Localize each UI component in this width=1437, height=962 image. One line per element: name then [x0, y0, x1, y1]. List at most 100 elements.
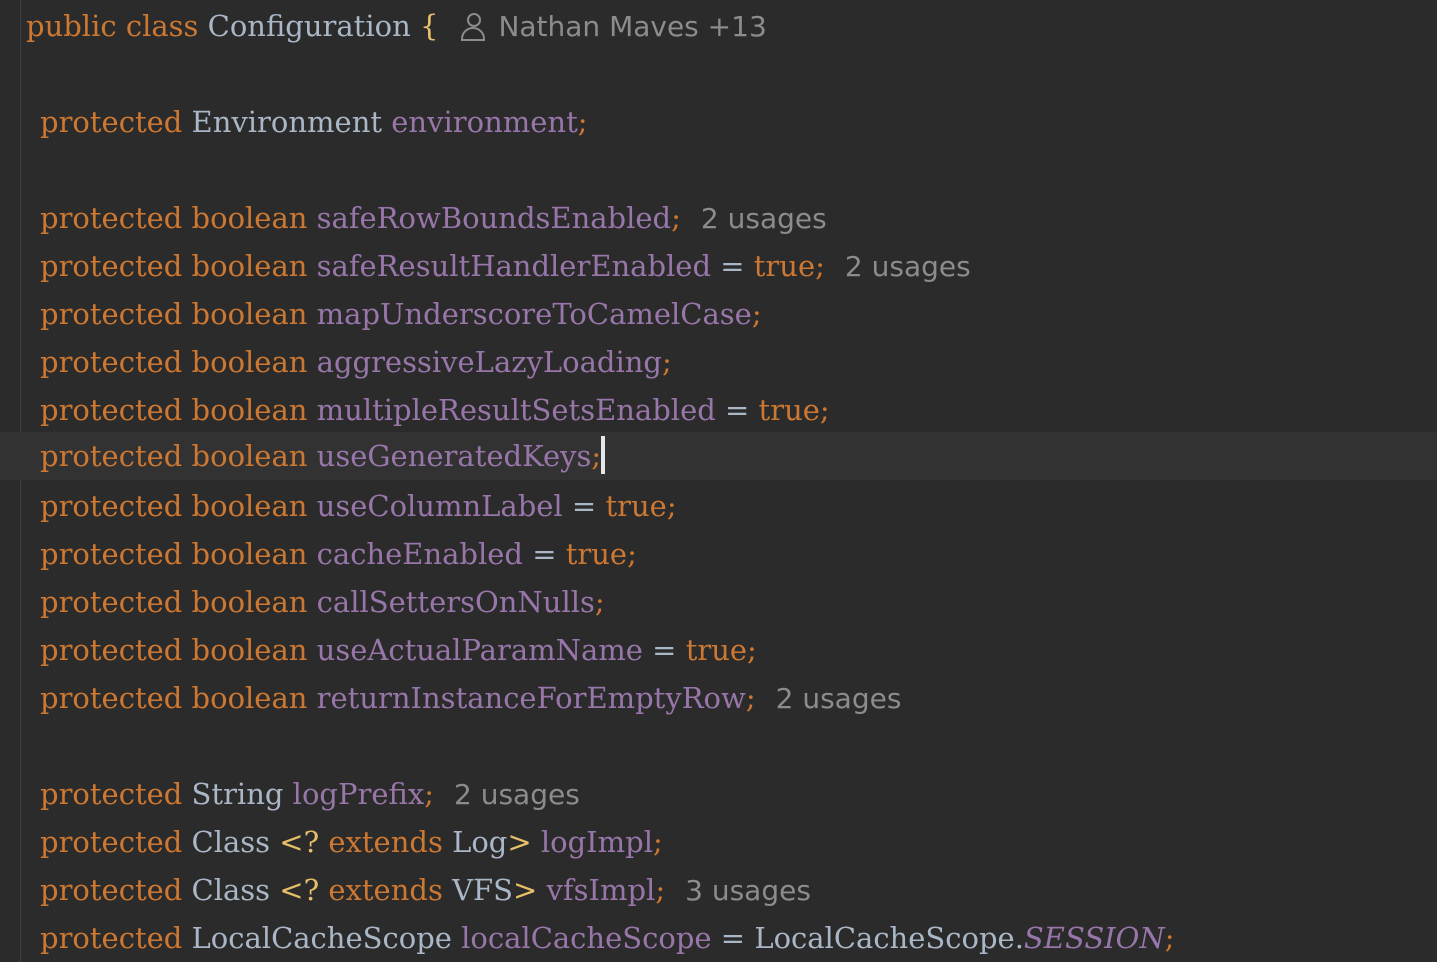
generic-open: <? — [279, 873, 320, 907]
code-line-cache-enabled[interactable]: protected boolean cacheEnabled = true; — [0, 530, 1437, 578]
type-name: LocalCacheScope — [191, 921, 452, 955]
type-name: Class — [191, 873, 271, 907]
keyword-boolean: boolean — [191, 393, 308, 427]
semicolon: ; — [627, 537, 637, 571]
keyword-boolean: boolean — [191, 201, 308, 235]
keyword-boolean: boolean — [191, 633, 308, 667]
keyword-boolean: boolean — [191, 297, 308, 331]
assign-operator: = — [652, 633, 677, 667]
keyword-true: true — [685, 633, 748, 667]
keyword-public: public — [26, 9, 117, 43]
code-line-local-cache-scope[interactable]: protected LocalCacheScope localCacheScop… — [0, 914, 1437, 962]
code-line-log-impl[interactable]: protected Class <? extends Log> logImpl; — [0, 818, 1437, 866]
keyword-protected: protected — [40, 105, 183, 139]
usages-hint[interactable]: 2 usages — [845, 250, 971, 283]
generic-close: > — [507, 825, 532, 859]
keyword-boolean: boolean — [191, 585, 308, 619]
assign-operator: = — [532, 537, 557, 571]
keyword-true: true — [758, 393, 820, 427]
usages-hint[interactable]: 2 usages — [776, 682, 902, 715]
field-name: localCacheScope — [461, 921, 712, 955]
keyword-boolean: boolean — [191, 439, 308, 473]
keyword-protected: protected — [40, 777, 183, 811]
author-hint[interactable]: Nathan Maves +13 — [460, 10, 767, 43]
semicolon: ; — [577, 105, 588, 139]
semicolon: ; — [671, 201, 681, 235]
semicolon: ; — [594, 585, 605, 619]
semicolon: ; — [666, 489, 677, 523]
keyword-protected: protected — [40, 201, 183, 235]
keyword-extends: extends — [328, 825, 443, 859]
keyword-protected: protected — [40, 297, 183, 331]
keyword-protected: protected — [40, 393, 183, 427]
code-line-multiple-result-sets[interactable]: protected boolean multipleResultSetsEnab… — [0, 386, 1437, 434]
semicolon: ; — [815, 249, 825, 283]
field-name: returnInstanceForEmptyRow — [316, 681, 746, 715]
field-name: useGeneratedKeys — [316, 439, 592, 473]
code-line-use-generated-keys[interactable]: protected boolean useGeneratedKeys; — [0, 432, 1437, 480]
type-name: String — [191, 777, 284, 811]
person-icon — [460, 12, 486, 41]
semicolon: ; — [424, 777, 434, 811]
field-name: useColumnLabel — [316, 489, 563, 523]
field-name: vfsImpl — [546, 873, 656, 907]
code-line-use-column-label[interactable]: protected boolean useColumnLabel = true; — [0, 482, 1437, 530]
keyword-boolean: boolean — [191, 489, 308, 523]
code-line-environment[interactable]: protected Environment environment; — [0, 98, 1437, 146]
keyword-protected: protected — [40, 681, 183, 715]
field-name: callSettersOnNulls — [316, 585, 595, 619]
generic-type: Log — [452, 825, 508, 859]
keyword-protected: protected — [40, 249, 183, 283]
field-name: environment — [391, 105, 578, 139]
semicolon: ; — [819, 393, 830, 427]
generic-close: > — [513, 873, 538, 907]
assign-operator: = — [571, 489, 597, 523]
code-line-vfs-impl[interactable]: protected Class <? extends VFS> vfsImpl;… — [0, 866, 1437, 914]
keyword-boolean: boolean — [191, 249, 308, 283]
field-name: useActualParamName — [316, 633, 643, 667]
semicolon: ; — [747, 633, 757, 667]
field-name: multipleResultSetsEnabled — [316, 393, 716, 427]
keyword-protected: protected — [40, 489, 183, 523]
semicolon: ; — [655, 873, 666, 907]
type-name: Environment — [191, 105, 383, 139]
code-line-map-underscore[interactable]: protected boolean mapUnderscoreToCamelCa… — [0, 290, 1437, 338]
code-line-log-prefix[interactable]: protected String logPrefix; 2 usages — [0, 770, 1437, 818]
code-line-safe-result-handler[interactable]: protected boolean safeResultHandlerEnabl… — [0, 242, 1437, 290]
semicolon: ; — [661, 345, 672, 379]
keyword-extends: extends — [328, 873, 443, 907]
static-constant: SESSION — [1023, 921, 1165, 955]
keyword-boolean: boolean — [191, 537, 308, 571]
usages-hint[interactable]: 2 usages — [701, 202, 827, 235]
code-line-return-instance[interactable]: protected boolean returnInstanceForEmpty… — [0, 674, 1437, 722]
keyword-protected: protected — [40, 585, 183, 619]
keyword-protected: protected — [40, 873, 183, 907]
code-line-aggressive-lazy[interactable]: protected boolean aggressiveLazyLoading; — [0, 338, 1437, 386]
code-line-class-declaration[interactable]: public class Configuration {Nathan Maves… — [0, 2, 1437, 50]
code-editor[interactable]: public class Configuration {Nathan Maves… — [0, 0, 1437, 962]
keyword-protected: protected — [40, 921, 183, 955]
assign-operator: = — [720, 249, 745, 283]
keyword-boolean: boolean — [191, 681, 308, 715]
field-name: aggressiveLazyLoading — [316, 345, 662, 379]
type-name: Class — [191, 825, 271, 859]
usages-hint[interactable]: 2 usages — [454, 778, 580, 811]
author-name: Nathan Maves +13 — [498, 10, 767, 43]
semicolon: ; — [652, 825, 663, 859]
generic-type: VFS — [452, 873, 513, 907]
semicolon: ; — [1164, 921, 1175, 955]
open-brace: { — [419, 9, 439, 43]
code-line-use-actual-param[interactable]: protected boolean useActualParamName = t… — [0, 626, 1437, 674]
field-name: safeRowBoundsEnabled — [316, 201, 672, 235]
code-line-call-setters[interactable]: protected boolean callSettersOnNulls; — [0, 578, 1437, 626]
semicolon: ; — [591, 439, 602, 473]
keyword-true: true — [605, 489, 667, 523]
keyword-protected: protected — [40, 439, 183, 473]
dot-operator: . — [1014, 921, 1024, 955]
keyword-protected: protected — [40, 633, 183, 667]
field-name: safeResultHandlerEnabled — [316, 249, 712, 283]
assign-operator: = — [725, 393, 750, 427]
field-name: mapUnderscoreToCamelCase — [316, 297, 752, 331]
usages-hint[interactable]: 3 usages — [685, 874, 811, 907]
code-line-safe-row-bounds[interactable]: protected boolean safeRowBoundsEnabled; 2… — [0, 194, 1437, 242]
